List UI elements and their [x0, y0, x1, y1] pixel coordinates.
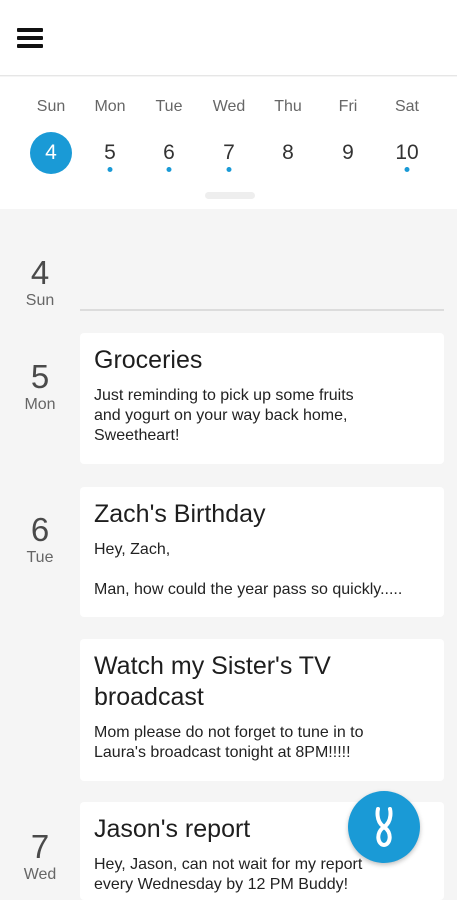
note-card-broadcast[interactable]: Watch my Sister's TV broadcast Mom pleas… [80, 639, 444, 781]
day-number: 9 [342, 141, 354, 164]
agenda-date-mon: 5 Mon [0, 359, 80, 415]
event-dot [166, 167, 172, 172]
app-logo-icon [375, 807, 393, 848]
day-name: Tue [155, 98, 183, 115]
day-fri[interactable]: Fri 9 [318, 77, 378, 187]
note-body: Hey, Zach, Man, how could the year pass … [94, 541, 403, 598]
day-tue[interactable]: Tue 6 [139, 77, 199, 187]
day-name: Wed [212, 98, 246, 115]
empty-day-divider [80, 309, 444, 311]
date-number: 6 [30, 511, 50, 548]
day-name: Sat [394, 98, 419, 115]
day-name: Thu [274, 98, 302, 115]
event-dot [107, 167, 113, 172]
date-weekday: Wed [23, 866, 57, 883]
day-thu[interactable]: Thu 8 [258, 77, 318, 187]
date-number: 4 [30, 254, 50, 291]
event-dot [404, 167, 410, 172]
date-weekday: Mon [24, 396, 56, 413]
agenda-date-tue: 6 Tue [0, 512, 80, 568]
day-name: Fri [338, 98, 358, 115]
day-mon[interactable]: Mon 5 [80, 77, 140, 187]
day-number: 8 [282, 141, 294, 164]
event-dot [226, 167, 232, 172]
new-note-button[interactable] [348, 791, 420, 863]
agenda-date-wed: 7 Wed [0, 829, 80, 885]
expand-handle[interactable] [205, 192, 255, 199]
date-number: 5 [30, 358, 50, 395]
day-number-selected: 4 [30, 132, 72, 174]
day-sat[interactable]: Sat 10 [377, 77, 437, 187]
agenda-date-sun: 4 Sun [0, 255, 80, 311]
note-body: Mom please do not forget to tune in to L… [94, 724, 364, 761]
note-body: Just reminding to pick up some fruits an… [94, 387, 354, 444]
day-wed[interactable]: Wed 7 [199, 77, 259, 187]
week-strip: Sun 4 Mon 5 Tue 6 Wed 7 Thu 8 Fri 9 Sat … [0, 77, 457, 209]
day-name: Mon [94, 98, 126, 115]
note-card-birthday[interactable]: Zach's Birthday Hey, Zach, Man, how coul… [80, 487, 444, 617]
note-title: Watch my Sister's TV broadcast [94, 652, 331, 711]
day-name: Sun [36, 98, 66, 115]
note-title: Zach's Birthday [94, 500, 266, 528]
date-weekday: Tue [26, 549, 54, 566]
hamburger-menu-icon[interactable] [14, 24, 46, 56]
note-card-groceries[interactable]: Groceries Just reminding to pick up some… [80, 333, 444, 464]
day-sun[interactable]: Sun 4 [21, 77, 81, 187]
date-number: 7 [30, 828, 50, 865]
app-bar [0, 0, 457, 76]
note-title: Groceries [94, 346, 203, 374]
date-weekday: Sun [25, 292, 55, 309]
